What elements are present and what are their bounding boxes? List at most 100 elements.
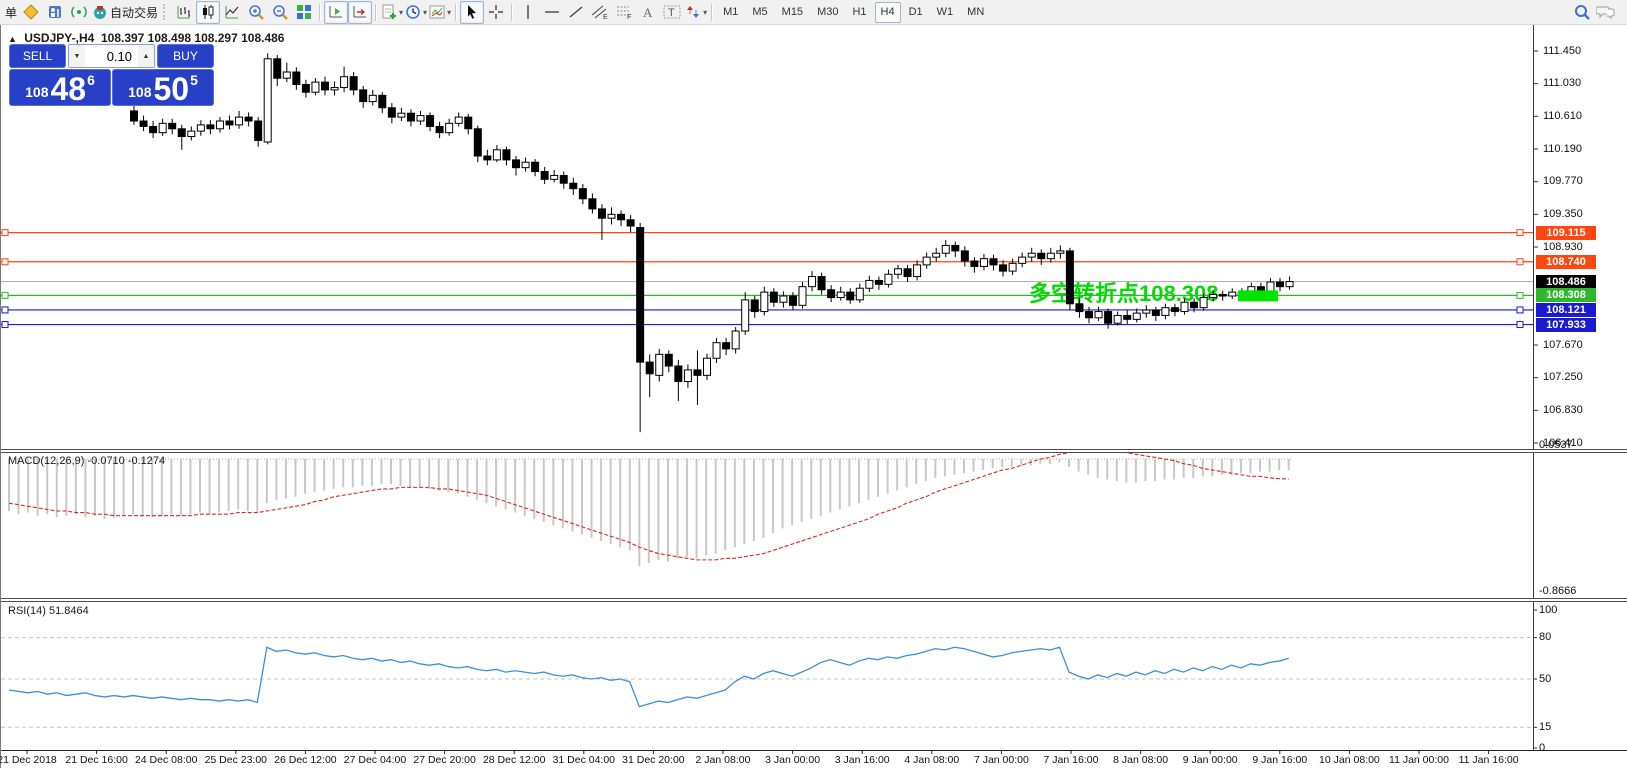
price-tick-label: 107.670 xyxy=(1543,339,1583,351)
rsi-tick-label: 80 xyxy=(1539,631,1551,643)
chart-shift-button[interactable] xyxy=(348,1,372,24)
chart-shift-icon xyxy=(352,4,368,20)
crosshair-icon xyxy=(488,4,504,20)
periods-button[interactable]: ▾ xyxy=(404,1,428,24)
dropdown-icon[interactable]: ▾ xyxy=(399,8,403,17)
autotrading-icon xyxy=(92,4,108,20)
volume-decrease-button[interactable]: ▼ xyxy=(69,45,85,67)
toolbar-separator xyxy=(711,4,713,21)
chart-bars-button[interactable] xyxy=(172,1,196,24)
macd-label: MACD(12,26,9) -0.0710 -0.1274 xyxy=(8,455,165,467)
dropdown-icon[interactable]: ▾ xyxy=(447,8,451,17)
horizontal-line-button[interactable] xyxy=(540,1,564,24)
price-line-badge[interactable]: 108.308 xyxy=(1536,288,1596,302)
sell-price-big: 48 xyxy=(50,74,86,104)
zoom-out-icon xyxy=(272,4,289,21)
market-watch-icon xyxy=(23,4,39,20)
timeframe-button-m30[interactable]: M30 xyxy=(811,2,844,23)
timeframe-button-m1[interactable]: M1 xyxy=(717,2,744,23)
timeframe-button-h4[interactable]: H4 xyxy=(875,2,901,23)
buy-price-big: 50 xyxy=(153,74,189,104)
chart-line-button[interactable] xyxy=(220,1,244,24)
time-axis-label: 27 Dec 04:00 xyxy=(344,754,406,766)
sell-price-button[interactable]: 108486 xyxy=(9,69,111,106)
macd-panel-splitter[interactable] xyxy=(1,449,1627,453)
templates-button[interactable]: ▾ xyxy=(428,1,452,24)
templates-icon xyxy=(429,4,445,20)
time-axis-label: 11 Jan 00:00 xyxy=(1389,754,1449,766)
price-tick-label: 110.190 xyxy=(1543,143,1582,155)
text-label-button[interactable]: T xyxy=(660,1,684,24)
time-axis-label: 8 Jan 08:00 xyxy=(1113,754,1168,766)
cursor-icon xyxy=(464,4,480,20)
arrows-button[interactable]: ▾ xyxy=(684,1,708,24)
price-line-badge[interactable]: 108.121 xyxy=(1536,303,1596,317)
chart-window[interactable]: 多空转折点108.308 ▲ USDJPY-,H4 108.397 108.49… xyxy=(0,25,1627,768)
fibonacci-button[interactable]: F xyxy=(612,1,636,24)
cursor-button[interactable] xyxy=(460,1,484,24)
timeframe-button-d1[interactable]: D1 xyxy=(903,2,929,23)
price-tick-label: 107.250 xyxy=(1543,371,1583,383)
timeframe-button-m15[interactable]: M15 xyxy=(776,2,809,23)
arrows-icon xyxy=(685,4,701,20)
collapse-arrow-icon[interactable]: ▲ xyxy=(8,34,17,44)
buy-button[interactable]: BUY xyxy=(157,44,214,68)
trendline-button[interactable] xyxy=(564,1,588,24)
timeframe-button-w1[interactable]: W1 xyxy=(931,2,960,23)
data-window-icon xyxy=(47,4,63,20)
chart-canvas: 多空转折点108.308 xyxy=(1,25,1627,768)
tile-windows-button[interactable] xyxy=(292,1,316,24)
autotrading-button[interactable]: 自动交易 xyxy=(91,1,161,24)
buy-price-button[interactable]: 108505 xyxy=(112,69,214,106)
volume-stepper: ▼ 0.10 ▲ xyxy=(68,44,155,68)
channel-button[interactable]: E xyxy=(588,1,612,24)
timeframe-button-mn[interactable]: MN xyxy=(961,2,990,23)
volume-increase-button[interactable]: ▲ xyxy=(138,45,154,67)
time-axis-label: 27 Dec 20:00 xyxy=(413,754,475,766)
timeframe-button-m5[interactable]: M5 xyxy=(746,2,773,23)
time-axis-label: 9 Jan 16:00 xyxy=(1252,754,1307,766)
search-button[interactable] xyxy=(1570,1,1594,24)
rsi-panel-splitter[interactable] xyxy=(1,598,1627,602)
macd-pane xyxy=(9,450,1291,566)
time-axis-label: 7 Jan 00:00 xyxy=(974,754,1029,766)
signal-button[interactable] xyxy=(67,1,91,24)
time-axis-label: 21 Dec 16:00 xyxy=(65,754,127,766)
text-button[interactable]: A xyxy=(636,1,660,24)
dropdown-icon[interactable]: ▾ xyxy=(423,8,427,17)
toolbar-grip xyxy=(163,4,169,20)
market-watch-button[interactable] xyxy=(19,1,43,24)
buy-button-label: BUY xyxy=(173,49,198,63)
trendline-icon xyxy=(568,4,584,20)
price-line-badge[interactable]: 109.115 xyxy=(1536,226,1596,240)
price-line-badge[interactable]: 108.740 xyxy=(1536,255,1596,269)
sell-button[interactable]: SELL xyxy=(9,44,66,68)
time-axis-label: 10 Jan 08:00 xyxy=(1319,754,1380,766)
time-axis-label: 3 Jan 00:00 xyxy=(765,754,820,766)
data-window-button[interactable] xyxy=(43,1,67,24)
crosshair-button[interactable] xyxy=(484,1,508,24)
price-tick-label: 110.610 xyxy=(1543,110,1582,122)
sell-price-prefix: 108 xyxy=(25,84,48,100)
zoom-out-button[interactable] xyxy=(268,1,292,24)
chart-candles-button[interactable] xyxy=(196,1,220,24)
zoom-in-button[interactable] xyxy=(244,1,268,24)
timeframe-button-h1[interactable]: H1 xyxy=(846,2,872,23)
price-line-badge[interactable]: 108.486 xyxy=(1536,275,1596,289)
dropdown-icon[interactable]: ▾ xyxy=(703,8,707,17)
price-line-badge[interactable]: 107.933 xyxy=(1536,318,1596,332)
search-icon xyxy=(1573,3,1591,21)
rsi-tick-label: 50 xyxy=(1539,673,1551,685)
rsi-tick-label: 100 xyxy=(1539,604,1557,616)
time-axis-label: 9 Jan 00:00 xyxy=(1183,754,1238,766)
vertical-line-button[interactable] xyxy=(516,1,540,24)
indicators-button[interactable]: ▾ xyxy=(380,1,404,24)
price-tick-label: 106.830 xyxy=(1543,404,1583,416)
new-order-label[interactable]: 单 xyxy=(3,4,19,21)
toolbar-separator xyxy=(319,4,321,21)
volume-input[interactable]: 0.10 xyxy=(85,45,138,67)
spinner-down-icon: ▼ xyxy=(74,53,81,60)
time-axis-label: 21 Dec 2018 xyxy=(0,754,57,766)
auto-scroll-button[interactable] xyxy=(324,1,348,24)
chat-button[interactable] xyxy=(1594,1,1618,24)
